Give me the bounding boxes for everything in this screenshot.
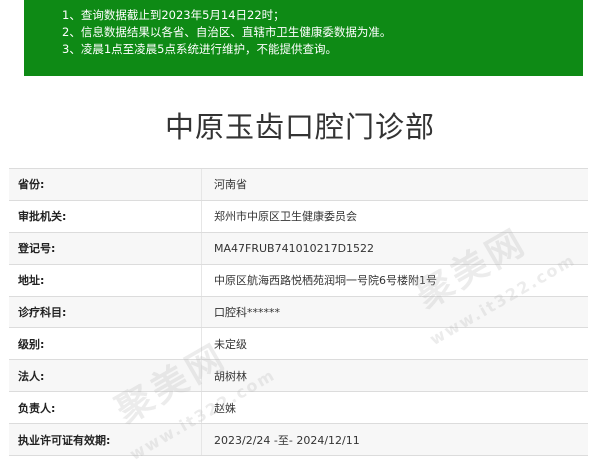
row-value: 未定级 [214,337,247,351]
notice-banner: 1、查询数据截止到2023年5月14日22时； 2、信息数据结果以各省、自治区、… [24,0,583,76]
notice-line-1: 1、查询数据截止到2023年5月14日22时； [62,8,285,22]
row-value: 郑州市中原区卫生健康委员会 [214,210,357,224]
table-row-address: 地址: 中原区航海西路悦栖苑润垌一号院6号楼附1号 [9,264,588,297]
row-label: 省份: [9,169,202,200]
table-row-registration: 登记号: MA47FRUB741010217D1522 [9,232,588,265]
page-title: 中原玉齿口腔门诊部 [164,110,435,144]
row-value: MA47FRUB741010217D1522 [214,241,375,255]
table-row-departments: 诊疗科目: 口腔科****** [9,296,588,329]
row-value: 2023/2/24 -至- 2024/12/11 [214,433,360,447]
table-row-license-validity: 执业许可证有效期: 2023/2/24 -至- 2024/12/11 [9,424,588,457]
row-value: 河南省 [214,178,247,192]
row-label: 负责人: [9,392,202,424]
notice-line-2: 2、信息数据结果以各省、自治区、直辖市卫生健康委数据为准。 [62,25,392,39]
table-row-manager: 负责人: 赵姝 [9,392,588,425]
row-value: 口腔科****** [214,306,280,319]
row-label: 级别: [9,328,202,360]
row-label: 诊疗科目: [9,296,202,328]
row-label: 执业许可证有效期: [9,424,202,456]
table-row-level: 级别: 未定级 [9,328,588,361]
notice-line-3: 3、凌晨1点至凌晨5点系统进行维护，不能提供查询。 [62,42,337,56]
row-value: 中原区航海西路悦栖苑润垌一号院6号楼附1号 [214,274,437,288]
table-row-authority: 审批机关: 郑州市中原区卫生健康委员会 [9,200,588,233]
info-table: 省份: 河南省 审批机关: 郑州市中原区卫生健康委员会 登记号: MA47FRU… [9,168,588,457]
row-label: 法人: [9,360,202,392]
row-label: 登记号: [9,232,202,264]
table-row-province: 省份: 河南省 [9,169,588,201]
row-label: 地址: [9,264,202,296]
row-value: 赵姝 [214,401,236,415]
table-row-legal-person: 法人: 胡树林 [9,360,588,393]
row-label: 审批机关: [9,200,202,232]
row-value: 胡树林 [214,369,247,383]
